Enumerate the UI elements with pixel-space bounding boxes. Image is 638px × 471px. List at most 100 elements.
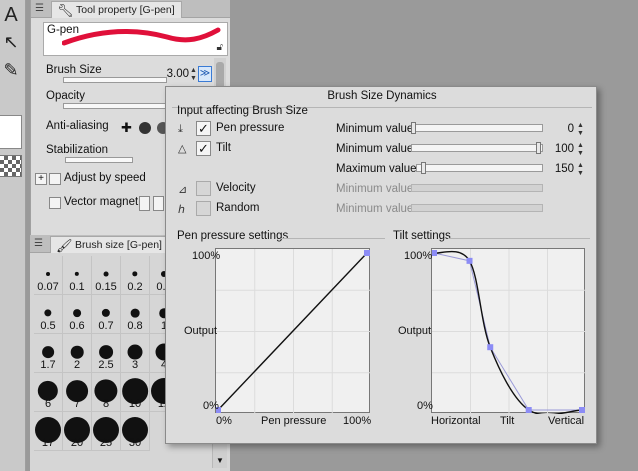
brush-size-cell[interactable]: 0.07	[34, 256, 63, 295]
brush-size-label: 30	[128, 437, 142, 449]
brush-size-label: 3	[131, 359, 139, 371]
pen-min-slider[interactable]	[411, 122, 543, 134]
brush-size-cell[interactable]: 0.15	[92, 256, 121, 295]
vector-magnet-option-1[interactable]	[139, 196, 150, 211]
curve-control-point[interactable]	[432, 250, 437, 256]
brush-size-cell[interactable]: 0.7	[92, 295, 121, 334]
adjust-by-speed-checkbox[interactable]	[49, 173, 61, 185]
vector-magnet-option-2[interactable]	[153, 196, 164, 211]
brush-size-cell[interactable]: 7	[63, 373, 92, 412]
tool-strip: A ↖ ✎	[0, 0, 26, 471]
pen-pressure-label: Pen pressure	[216, 122, 285, 134]
brush-size-cell[interactable]: 0.2	[121, 256, 150, 295]
curve-control-point[interactable]	[364, 250, 370, 256]
pen-graph-x-right: 100%	[343, 415, 372, 427]
tilt-curve	[432, 249, 586, 414]
brush-size-cell[interactable]: 0.1	[63, 256, 92, 295]
brush-size-cell[interactable]: 0.8	[121, 295, 150, 334]
pen-settings-rule	[281, 238, 385, 239]
brush-size-label: 25	[99, 437, 113, 449]
panel-menu-icon[interactable]: ☰	[34, 3, 45, 14]
brush-size-slider[interactable]	[63, 77, 167, 83]
curve-control-point[interactable]	[579, 407, 585, 413]
velocity-label: Velocity	[216, 182, 256, 194]
curve-control-point[interactable]	[466, 257, 473, 264]
tilt-min-down-icon[interactable]: ▼	[577, 150, 584, 157]
adjust-by-speed-expand[interactable]: +	[35, 173, 47, 185]
brush-size-cell[interactable]: 0.5	[34, 295, 63, 334]
velocity-min-slider	[411, 184, 543, 192]
tilt-min-value: 100	[554, 143, 574, 155]
tilt-min-handle[interactable]	[536, 142, 541, 154]
pen-pressure-curve	[216, 249, 371, 414]
tool-property-tab[interactable]: 🔧︎ Tool property [G-pen]	[51, 1, 182, 18]
brush-size-cell[interactable]: 6	[34, 373, 63, 412]
tool-property-tab-label: Tool property [G-pen]	[76, 4, 175, 16]
brush-size-down-icon[interactable]: ▼	[190, 75, 197, 82]
tilt-graph-x-left: Horizontal	[431, 415, 481, 427]
tilt-settings-label: Tilt settings	[393, 230, 451, 242]
brush-size-label: 2	[73, 359, 81, 371]
pen-min-down-icon[interactable]: ▼	[577, 130, 584, 137]
pen-min-handle[interactable]	[411, 122, 416, 134]
tilt-max-handle[interactable]	[421, 162, 426, 174]
pen-pressure-checkbox[interactable]: ✓	[196, 121, 211, 136]
brush-stroke-preview	[62, 27, 221, 46]
vector-magnet-checkbox[interactable]	[49, 197, 61, 209]
stabilization-slider[interactable]	[65, 157, 133, 163]
tilt-max-slider[interactable]	[416, 162, 543, 174]
operation-tool-icon[interactable]: ↖	[0, 32, 22, 53]
pen-graph-x-mid: Pen pressure	[261, 415, 327, 427]
lock-icon[interactable]: 🔓︎	[217, 42, 223, 53]
pen-pressure-graph[interactable]	[215, 248, 371, 414]
brush-size-cell[interactable]: 25	[92, 412, 121, 451]
random-checkbox[interactable]	[196, 201, 211, 216]
tilt-checkbox[interactable]: ✓	[196, 141, 211, 156]
brush-size-cell[interactable]: 2.5	[92, 334, 121, 373]
brush-size-cell[interactable]: 30	[121, 412, 150, 451]
opacity-slider[interactable]	[63, 103, 167, 109]
random-label: Random	[216, 202, 260, 214]
text-tool-icon[interactable]: A	[0, 4, 22, 27]
scroll-down-icon[interactable]: ▼	[216, 456, 224, 465]
brush-size-dynamics-button[interactable]: ≫	[198, 66, 212, 82]
tilt-graph-y-top: 100%	[404, 250, 433, 262]
brush-size-cell[interactable]: 0.6	[63, 295, 92, 334]
brush-size-label: 20	[70, 437, 84, 449]
tilt-max-down-icon[interactable]: ▼	[577, 170, 584, 177]
brush-size-up-icon[interactable]: ▲	[190, 67, 197, 74]
brush-size-label: 0.5	[40, 320, 56, 332]
curve-control-point[interactable]	[525, 407, 532, 413]
brush-size-dot	[73, 309, 81, 317]
pen-graph-y-bottom: 0%	[203, 400, 219, 412]
antialias-weak-icon[interactable]	[139, 122, 151, 134]
brush-size-label: 2.5	[98, 359, 114, 371]
brush-size-cell[interactable]: 1.7	[34, 334, 63, 373]
tilt-graph[interactable]	[431, 248, 586, 414]
antialias-none-icon[interactable]: ✚	[121, 121, 133, 134]
main-color-swatch[interactable]	[0, 115, 22, 149]
tilt-label: Tilt	[216, 142, 231, 154]
brush-size-menu-icon[interactable]: ☰	[33, 238, 44, 249]
brush-size-cell[interactable]: 17	[34, 412, 63, 451]
tilt-max-up-icon[interactable]: ▲	[577, 162, 584, 169]
brush-size-cell[interactable]: 20	[63, 412, 92, 451]
brush-size-cell[interactable]: 3	[121, 334, 150, 373]
brush-size-cell[interactable]: 2	[63, 334, 92, 373]
brush-size-tab[interactable]: 🖌︎ Brush size [G-pen]	[50, 236, 169, 253]
brush-size-cell[interactable]: 10	[121, 373, 150, 412]
tool-property-header: ☰ 🔧︎ Tool property [G-pen]	[31, 0, 230, 18]
velocity-checkbox[interactable]	[196, 181, 211, 196]
pen-tool-icon[interactable]: ✎	[0, 60, 22, 81]
curve-control-point[interactable]	[487, 344, 494, 351]
brush-size-tab-icon: 🖌︎	[56, 238, 73, 253]
brush-preview[interactable]: G-pen 🔓︎	[43, 22, 228, 56]
brush-size-dynamics-popup: Brush Size Dynamics Input affecting Brus…	[165, 86, 597, 444]
brush-size-label: 0.07	[37, 281, 59, 293]
transparent-color-swatch[interactable]	[0, 155, 22, 177]
pen-min-up-icon[interactable]: ▲	[577, 122, 584, 129]
brush-size-cell[interactable]: 8	[92, 373, 121, 412]
tilt-min-up-icon[interactable]: ▲	[577, 142, 584, 149]
pen-graph-y-top: 100%	[192, 250, 221, 262]
tilt-min-slider[interactable]	[411, 142, 543, 154]
